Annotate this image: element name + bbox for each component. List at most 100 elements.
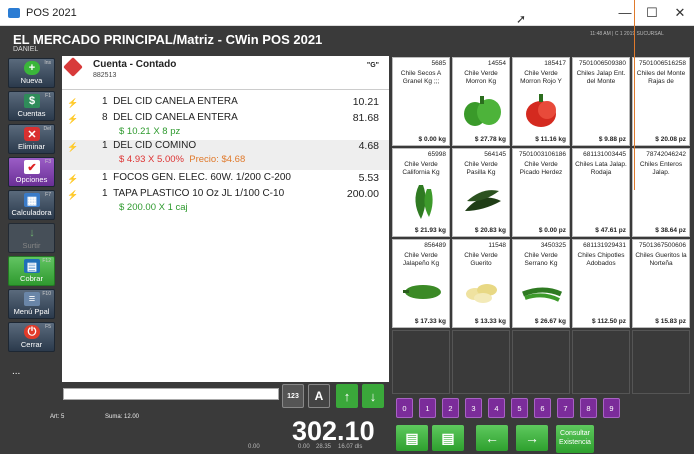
product-name: Chiles Gueritos la Norteña (635, 252, 687, 267)
product-image (401, 272, 443, 312)
right-arrow-button[interactable]: → (516, 425, 548, 451)
product-name: Chiles Chipotles Adobados (577, 252, 625, 267)
product-tile[interactable]: 3450325 Chile Verde Serrano Kg $ 26.67 kg (512, 239, 570, 328)
close-session-button[interactable]: ⏻ F5 Cerrar (8, 322, 55, 352)
number-key[interactable]: 7 (557, 398, 574, 418)
code-input[interactable] (63, 388, 279, 400)
close-button[interactable]: ✕ (667, 4, 693, 22)
bolt-icon: ⚡ (67, 190, 79, 200)
checklist-icon: ✔ (24, 160, 40, 174)
subtotal-b: 0.00 (298, 444, 310, 450)
store-header: EL MERCADO PRINCIPAL/Matriz - CWin POS 2… (0, 26, 694, 56)
number-key[interactable]: 1 (419, 398, 436, 418)
product-tile[interactable]: 14554 Chile Verde Morron Kg $ 27.78 kg (452, 57, 510, 146)
product-tile[interactable]: 681131003445 Chiles Lata Jalap. Rodaja $ 4… (572, 148, 630, 237)
ticket-row[interactable]: ⚡ 1 TAPA PLASTICO 10 Oz JL 1/100 C-10 20… (62, 188, 389, 216)
button-label: Opciones (15, 175, 48, 184)
user-name: DANIEL (13, 46, 39, 53)
product-tile[interactable]: 564145 Chile Verde Pasilla Kg $ 20.83 kg (452, 148, 510, 237)
down-arrow-button[interactable]: ↓ (362, 384, 384, 408)
sidebar: + Ins Nueva $ F1 Cuentas ✕ Del Eliminar … (0, 58, 60, 388)
product-tile[interactable]: 5685 Chile Secos A Granel Kg ;;; $ 0.00 kg (392, 57, 450, 146)
accounts-button[interactable]: $ F1 Cuentas (8, 91, 55, 121)
restock-button[interactable]: ↓ Surtir (8, 223, 55, 253)
maximize-button[interactable]: ☐ (639, 4, 665, 22)
product-tile[interactable]: 7501006516258 Chiles del Monte Rajas de $ … (632, 57, 690, 146)
product-code: 7501367500606 (639, 242, 686, 249)
ticket-row[interactable]: ⚡ 8 DEL CID CANELA ENTERA 81.68 $ 10.21 … (62, 112, 389, 140)
subtotal-a: 0.00 (248, 444, 260, 450)
product-price: $ 13.33 kg (474, 318, 506, 325)
ticket-row[interactable]: ⚡ 1 FOCOS GEN. ELEC. 60W. 1/200 C-200 5.… (62, 172, 389, 188)
item-description: 1 DEL CID CANELA ENTERA (102, 96, 238, 107)
bolt-icon: ⚡ (67, 98, 79, 108)
item-amount: 5.53 (358, 172, 379, 184)
product-code: 681131929431 (583, 242, 626, 249)
number-key[interactable]: 2 (442, 398, 459, 418)
numeric-mode-button[interactable]: 123 (282, 384, 304, 408)
number-key[interactable]: 6 (534, 398, 551, 418)
calculator-button[interactable]: ▦ F7 Calculadora (8, 190, 55, 220)
ticket-row-selected[interactable]: ⚡ 1 DEL CID COMINO 4.68 $ 4.93 X 5.00% P… (62, 140, 389, 170)
product-code: 3450325 (540, 242, 566, 249)
product-code: 185417 (544, 60, 566, 67)
product-price: $ 26.67 kg (534, 318, 566, 325)
new-button[interactable]: + Ins Nueva (8, 58, 55, 88)
account-header[interactable]: Cuenta - Contado 882513 "G" (62, 56, 389, 90)
item-amount: 4.68 (358, 140, 379, 152)
number-key[interactable]: 3 (465, 398, 482, 418)
bolt-icon: ⚡ (67, 114, 79, 124)
button-label: Cobrar (20, 274, 43, 283)
product-tile[interactable]: 185417 Chile Verde Morron Rojo Y $ 11.16 k… (512, 57, 570, 146)
title-bar: POS 2021 — ☐ ✕ (0, 0, 694, 26)
button-label: Surtir (22, 241, 41, 250)
product-name: Chiles del Monte Rajas de (636, 70, 686, 85)
left-arrow-button[interactable]: ← (476, 425, 508, 451)
main-menu-button[interactable]: ≡ F10 Menú Ppal (8, 289, 55, 319)
product-tile[interactable]: 11548 Chile Verde Guerito $ 13.33 kg (452, 239, 510, 328)
check-stock-button[interactable]: Consultar Existencia (556, 425, 594, 453)
register-button-1[interactable]: ▤ (396, 425, 428, 451)
number-key[interactable]: 9 (603, 398, 620, 418)
options-button[interactable]: ✔ F3 Opciones (8, 157, 55, 187)
total-amount: 302.10 (292, 416, 375, 446)
product-tile[interactable]: 7501003106186 Chile Verde Picado Herdez $ … (512, 148, 570, 237)
delete-button[interactable]: ✕ Del Eliminar (8, 124, 55, 154)
up-arrow-button[interactable]: ↑ (336, 384, 358, 408)
number-key[interactable]: 4 (488, 398, 505, 418)
product-tile[interactable]: 7501367500606 Chiles Gueritos la Norteña $… (632, 239, 690, 328)
product-price: $ 17.33 kg (414, 318, 446, 325)
product-tile[interactable]: 681131929431 Chiles Chipotles Adobados $ 1… (572, 239, 630, 328)
charge-button[interactable]: ▤ F12 Cobrar (8, 256, 55, 286)
bolt-icon: ⚡ (67, 174, 79, 184)
empty-product-slot (452, 330, 510, 394)
product-price: $ 20.08 pz (655, 136, 686, 143)
product-name: Chile Secos A Granel Kg ;;; (400, 70, 442, 85)
item-amount: 10.21 (352, 96, 379, 108)
hotkey-label: F5 (45, 324, 51, 330)
product-tile[interactable]: 7501006509380 Chiles Jalap Ent. del Monte… (572, 57, 630, 146)
button-label: Nueva (20, 76, 43, 85)
product-code: 856489 (424, 242, 446, 249)
product-tile[interactable]: 65998 Chile Verde California Kg $ 21.93 kg (392, 148, 450, 237)
product-code: 681131003445 (583, 151, 626, 158)
register-button-2[interactable]: ▤ (432, 425, 464, 451)
price-tag-icon (63, 57, 83, 77)
number-key[interactable]: 5 (511, 398, 528, 418)
number-key[interactable]: 0 (396, 398, 413, 418)
alpha-mode-button[interactable]: A (308, 384, 330, 408)
store-title: EL MERCADO PRINCIPAL/Matriz - CWin POS 2… (13, 32, 323, 47)
product-name: Chile Verde Jalapeño Kg (402, 252, 440, 267)
plus-icon: + (24, 61, 40, 75)
article-count: Art: 5 (50, 414, 65, 420)
item-description: 8 DEL CID CANELA ENTERA (102, 112, 238, 123)
window-title: POS 2021 (26, 7, 77, 19)
account-number: 882513 (93, 72, 117, 79)
number-key[interactable]: 8 (580, 398, 597, 418)
product-image (521, 90, 563, 130)
power-icon: ⏻ (24, 325, 40, 339)
product-tile[interactable]: 78742046242 Chiles Enteros Jalap. $ 38.64 … (632, 148, 690, 237)
item-detail: $ 4.93 X 5.00% Precio: $4.68 (119, 154, 246, 165)
product-tile[interactable]: 856489 Chile Verde Jalapeño Kg $ 17.33 kg (392, 239, 450, 328)
hotkey-label: F1 (45, 93, 51, 99)
